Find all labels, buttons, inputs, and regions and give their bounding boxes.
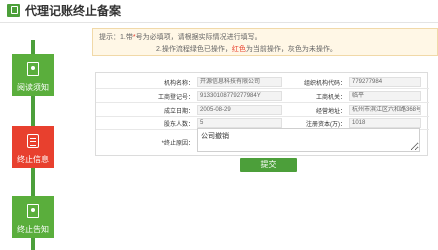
found-date-field: 2005-08-29 xyxy=(197,105,282,115)
step-termination-notice[interactable]: 终止告知 xyxy=(12,196,54,238)
tip-line-2: 2.操作流程绿色已操作，红色为当前操作，灰色为未操作。 xyxy=(156,44,337,54)
tip-text: 2.操作流程绿色已操作， xyxy=(156,46,232,53)
org-name-field: 开源信息科技有限公司 xyxy=(197,77,282,87)
step-label: 终止告知 xyxy=(17,225,49,234)
field-label: 工商登记号： xyxy=(157,95,194,101)
tip-line-1: 提示：1.带*号为必填项，请根据实际情况进行填写。 xyxy=(99,32,262,42)
tips-box: 提示：1.带*号为必填项，请根据实际情况进行填写。 2.操作流程绿色已操作，红色… xyxy=(92,28,438,56)
book-icon xyxy=(27,204,39,218)
page-title: 代理记账终止备案 xyxy=(25,4,122,18)
step-label: 阅读须知 xyxy=(17,83,49,92)
field-label: 组织机构代码： xyxy=(303,81,346,87)
reason-label: *终止原因： xyxy=(161,141,194,147)
field-label: 经营地址： xyxy=(315,109,346,115)
reg-authority-field: 临平 xyxy=(349,91,421,101)
document-icon xyxy=(7,4,20,17)
step-read-notice[interactable]: 阅读须知 xyxy=(12,54,54,96)
list-icon xyxy=(27,134,39,148)
shareholders-field: 5 xyxy=(197,118,282,128)
termination-reason-textarea[interactable]: 公司撤销 xyxy=(197,128,420,152)
field-label: 工商机关： xyxy=(315,95,346,101)
tip-red-text: 红色 xyxy=(231,46,246,53)
field-label: 机构名称： xyxy=(163,81,194,87)
field-label: 成立日期： xyxy=(163,109,194,115)
page-header: 代理记账终止备案 xyxy=(0,0,438,23)
form-row: 机构名称： 开源信息科技有限公司 组织机构代码： 779277984 xyxy=(96,76,429,89)
field-label: 股东人数： xyxy=(163,122,194,128)
field-label: 注册资本(万)： xyxy=(306,122,346,128)
step-termination-info[interactable]: 终止信息 xyxy=(12,126,54,168)
termination-form: 机构名称： 开源信息科技有限公司 组织机构代码： 779277984 工商登记号… xyxy=(95,72,429,156)
tip-text: 为当前操作，灰色为未操作。 xyxy=(245,46,337,53)
book-icon xyxy=(27,62,39,76)
form-row: 成立日期： 2005-08-29 经营地址： 杭州市滨江区六和路368号1幢B2… xyxy=(96,104,429,117)
org-code-field: 779277984 xyxy=(349,77,421,87)
submit-button[interactable]: 提交 xyxy=(240,158,297,172)
address-field: 杭州市滨江区六和路368号1幢B2051室 xyxy=(349,105,421,115)
capital-field: 1018 xyxy=(349,118,421,128)
tip-text: 号为必填项，请根据实际情况进行填写。 xyxy=(135,34,262,41)
tip-text: 提示：1.带 xyxy=(99,34,133,41)
form-row: 工商登记号： 91330108779277984Y 工商机关： 临平 xyxy=(96,90,429,103)
step-label: 终止信息 xyxy=(17,155,49,164)
reg-no-field: 91330108779277984Y xyxy=(197,91,282,101)
